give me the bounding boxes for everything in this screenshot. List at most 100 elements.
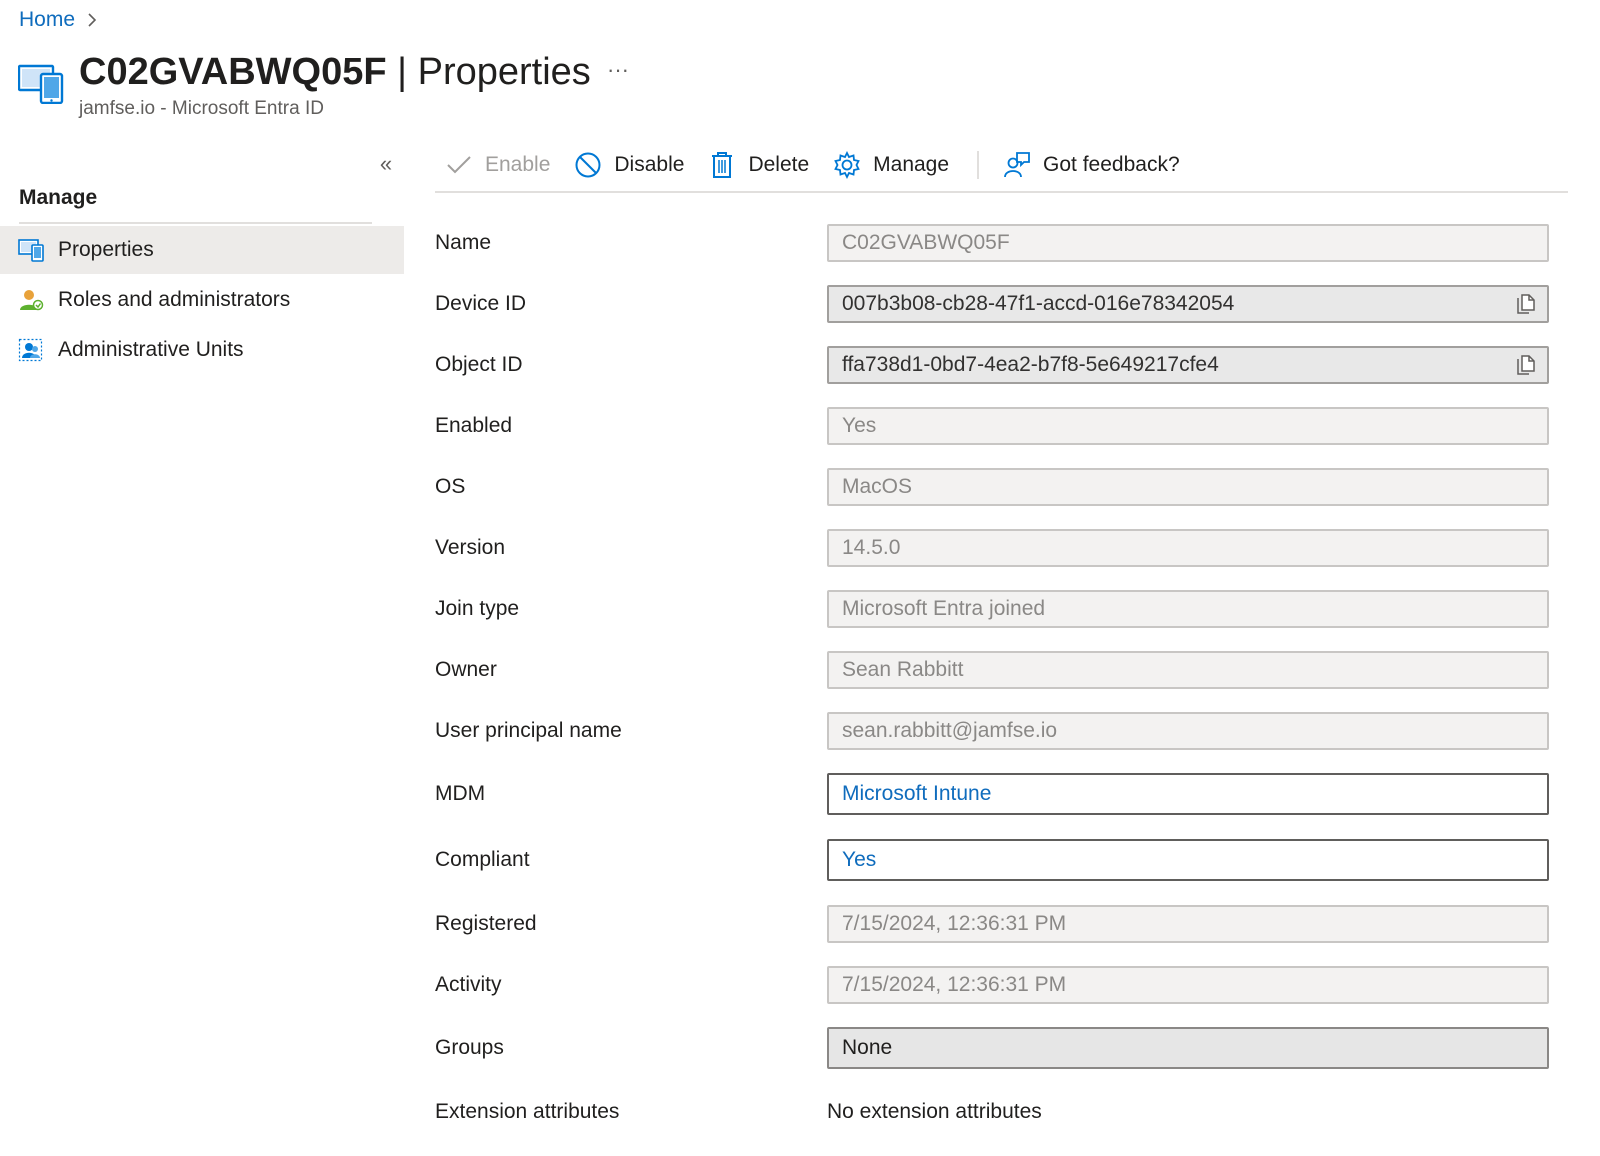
property-label: Extension attributes xyxy=(435,1100,620,1123)
block-icon xyxy=(574,151,602,179)
groups-field[interactable]: None xyxy=(827,1027,1549,1069)
delete-button[interactable]: Delete xyxy=(708,145,809,185)
property-label: Registered xyxy=(435,912,537,935)
toolbar-separator xyxy=(977,151,980,179)
mdm-link[interactable]: Microsoft Intune xyxy=(842,782,991,806)
property-label: Compliant xyxy=(435,848,530,871)
sidebar-item-roles-and-administrators[interactable]: Roles and administrators xyxy=(0,276,404,324)
property-row-extension-attributes: Extension attributes No extension attrib… xyxy=(435,1093,1550,1154)
name-value: C02GVABWQ05F xyxy=(842,231,1010,254)
copy-icon[interactable] xyxy=(1515,355,1537,377)
feedback-button[interactable]: Got feedback? xyxy=(1003,145,1180,185)
page-title-device-name: C02GVABWQ05F xyxy=(79,51,387,93)
property-label: Groups xyxy=(435,1036,504,1059)
owner-value: Sean Rabbitt xyxy=(842,658,964,681)
compliant-field: Yes xyxy=(827,839,1549,881)
property-row-version: Version 14.5.0 xyxy=(435,529,1550,590)
sidebar-item-properties[interactable]: Properties xyxy=(0,226,404,274)
device-icon xyxy=(17,62,64,105)
device-id-field[interactable]: 007b3b08-cb28-47f1-accd-016e78342054 xyxy=(827,285,1549,323)
sidebar-heading: Manage xyxy=(19,186,98,209)
device-properties-icon xyxy=(18,237,44,263)
object-id-field[interactable]: ffa738d1-0bd7-4ea2-b7f8-5e649217cfe4 xyxy=(827,346,1549,384)
owner-field[interactable]: Sean Rabbitt xyxy=(827,651,1549,689)
property-label: Version xyxy=(435,536,506,559)
upn-value: sean.rabbitt@jamfse.io xyxy=(842,719,1058,742)
enable-button-label: Enable xyxy=(485,153,551,176)
property-row-owner: Owner Sean Rabbitt xyxy=(435,651,1550,712)
property-label: Name xyxy=(435,231,492,254)
device-id-value: 007b3b08-cb28-47f1-accd-016e78342054 xyxy=(842,292,1235,315)
trash-icon xyxy=(708,151,736,179)
checkmark-icon xyxy=(445,151,473,179)
join-type-field[interactable]: Microsoft Entra joined xyxy=(827,590,1549,628)
property-row-os: OS MacOS xyxy=(435,468,1550,529)
enabled-value: Yes xyxy=(842,414,877,437)
person-role-icon xyxy=(18,287,44,313)
sidebar-item-label: Roles and administrators xyxy=(58,288,291,311)
version-field[interactable]: 14.5.0 xyxy=(827,529,1549,567)
property-label: Join type xyxy=(435,597,520,620)
join-type-value: Microsoft Entra joined xyxy=(842,597,1046,620)
property-label: Activity xyxy=(435,973,502,996)
breadcrumb-home-link[interactable]: Home xyxy=(19,8,75,32)
extension-attributes-value: No extension attributes xyxy=(827,1100,1042,1123)
mdm-field: Microsoft Intune xyxy=(827,773,1549,815)
os-field[interactable]: MacOS xyxy=(827,468,1549,506)
sidebar-item-label: Properties xyxy=(58,238,154,261)
property-row-enabled: Enabled Yes xyxy=(435,407,1550,468)
activity-value: 7/15/2024, 12:36:31 PM xyxy=(842,973,1067,996)
toolbar-divider xyxy=(435,191,1568,193)
compliant-link[interactable]: Yes xyxy=(842,848,876,872)
more-options-button[interactable]: ··· xyxy=(604,56,632,84)
property-row-registered: Registered 7/15/2024, 12:36:31 PM xyxy=(435,905,1550,966)
registered-field[interactable]: 7/15/2024, 12:36:31 PM xyxy=(827,905,1549,943)
sidebar-item-label: Administrative Units xyxy=(58,338,244,361)
page-subtitle: jamfse.io - Microsoft Entra ID xyxy=(79,98,324,119)
name-field[interactable]: C02GVABWQ05F xyxy=(827,224,1549,262)
manage-button-label: Manage xyxy=(873,153,950,176)
object-id-value: ffa738d1-0bd7-4ea2-b7f8-5e649217cfe4 xyxy=(842,353,1219,376)
gear-icon xyxy=(833,151,861,179)
property-row-user-principal-name: User principal name sean.rabbitt@jamfse.… xyxy=(435,712,1550,773)
page-title-separator: | xyxy=(386,51,418,93)
sidebar-item-administrative-units[interactable]: Administrative Units xyxy=(0,326,404,374)
command-bar: Enable Disable Delete Manage Got feedbac… xyxy=(435,140,1568,190)
chevron-right-icon xyxy=(87,10,103,30)
feedback-person-icon xyxy=(1003,151,1031,179)
copy-icon[interactable] xyxy=(1515,294,1537,316)
property-label: Owner xyxy=(435,658,497,681)
property-label: User principal name xyxy=(435,719,622,742)
enabled-field[interactable]: Yes xyxy=(827,407,1549,445)
property-row-join-type: Join type Microsoft Entra joined xyxy=(435,590,1550,651)
property-row-device-id: Device ID 007b3b08-cb28-47f1-accd-016e78… xyxy=(435,285,1550,346)
sidebar-divider xyxy=(19,222,372,224)
activity-field[interactable]: 7/15/2024, 12:36:31 PM xyxy=(827,966,1549,1004)
os-value: MacOS xyxy=(842,475,913,498)
disable-button-label: Disable xyxy=(614,153,685,176)
collapse-sidebar-button[interactable]: « xyxy=(372,150,400,178)
property-row-object-id: Object ID ffa738d1-0bd7-4ea2-b7f8-5e6492… xyxy=(435,346,1550,407)
sidebar-nav: Properties Roles and administrators Admi… xyxy=(0,226,404,376)
upn-field[interactable]: sean.rabbitt@jamfse.io xyxy=(827,712,1549,750)
delete-button-label: Delete xyxy=(748,153,810,176)
disable-button[interactable]: Disable xyxy=(574,145,684,185)
property-label: Enabled xyxy=(435,414,513,437)
groups-value: None xyxy=(842,1036,893,1059)
property-label: MDM xyxy=(435,782,486,805)
manage-button[interactable]: Manage xyxy=(833,145,949,185)
property-row-name: Name C02GVABWQ05F xyxy=(435,224,1550,285)
property-label: Object ID xyxy=(435,353,523,376)
property-row-compliant: Compliant Yes xyxy=(435,839,1550,905)
feedback-button-label: Got feedback? xyxy=(1043,153,1180,176)
page-title-section: Properties xyxy=(417,51,591,93)
enable-button[interactable]: Enable xyxy=(445,145,550,185)
property-row-mdm: MDM Microsoft Intune xyxy=(435,773,1550,839)
version-value: 14.5.0 xyxy=(842,536,901,559)
page-title: C02GVABWQ05F | Properties xyxy=(79,48,591,96)
property-label: OS xyxy=(435,475,466,498)
property-row-activity: Activity 7/15/2024, 12:36:31 PM xyxy=(435,966,1550,1027)
properties-form: Name C02GVABWQ05F Device ID 007b3b08-cb2… xyxy=(435,224,1550,1154)
breadcrumb: Home xyxy=(19,6,103,34)
registered-value: 7/15/2024, 12:36:31 PM xyxy=(842,912,1067,935)
